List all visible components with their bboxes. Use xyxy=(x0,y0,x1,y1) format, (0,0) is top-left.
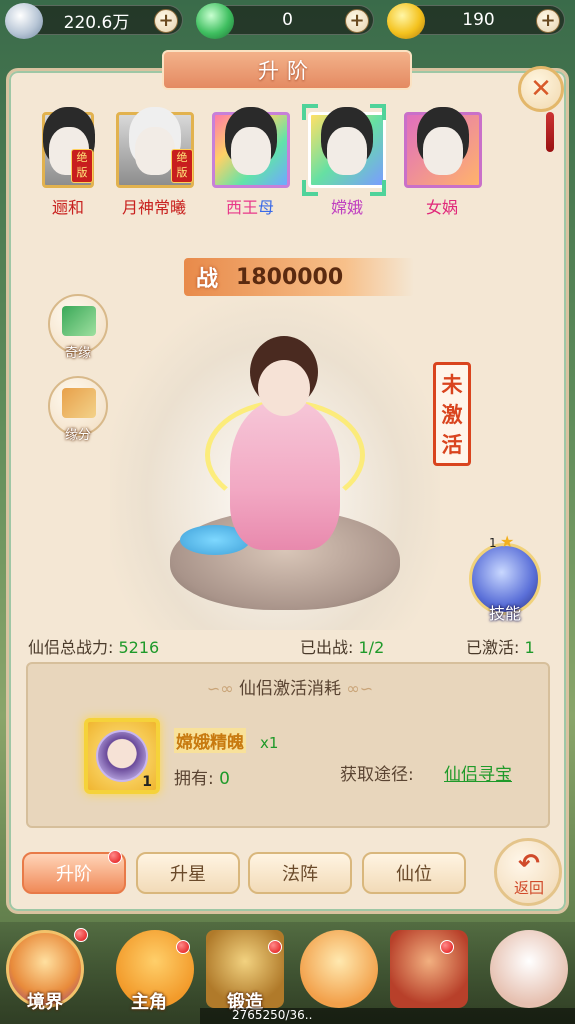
notification-dot xyxy=(176,940,190,954)
back-label: 返回 xyxy=(513,879,544,897)
partner-card[interactable] xyxy=(404,112,482,188)
selection-corner xyxy=(370,104,386,120)
currency-bar: 220.6万 + 0 + 190 + xyxy=(0,0,575,40)
partner-name: 嫦娥 xyxy=(330,198,363,217)
partner-name: 西王母 xyxy=(200,194,300,218)
character-head xyxy=(258,360,310,416)
power-label: 战 xyxy=(196,267,219,292)
close-icon: ✕ xyxy=(530,74,552,104)
partner-card[interactable] xyxy=(212,112,290,188)
partner-name-tail: 母 xyxy=(258,198,275,217)
source-label: 获取途径: xyxy=(340,765,414,785)
add-gold-button[interactable]: + xyxy=(536,9,560,33)
limited-badge: 绝版 xyxy=(71,149,93,183)
cost-title: ∽∞ 仙侣激活消耗 ∞∽ xyxy=(28,674,552,699)
essence-item-icon xyxy=(96,730,148,782)
source-link[interactable]: 仙侣寻宝 xyxy=(444,760,512,785)
stamp-char: 未 xyxy=(441,373,463,397)
item-slot[interactable]: 1 xyxy=(84,718,160,794)
owned-count: 拥有: 0 xyxy=(174,764,230,789)
limited-badge: 绝版 xyxy=(171,149,193,183)
panel-title: 升阶 xyxy=(162,50,412,90)
stat-label: 已出战: xyxy=(300,638,354,657)
power-value: 1800000 xyxy=(236,264,344,290)
combat-power: 战 1800000 xyxy=(184,258,414,296)
selection-corner xyxy=(302,104,318,120)
stamp-char: 激 xyxy=(441,403,463,427)
item-count: x1 xyxy=(260,734,279,752)
item-name: 嫦娥精魄 xyxy=(174,728,246,753)
partner-portrait xyxy=(135,127,175,175)
stat-label: 仙侣总战力: xyxy=(28,638,114,657)
partner-card[interactable]: 绝版 xyxy=(42,112,94,188)
tab-star-up[interactable]: 升星 xyxy=(136,852,240,894)
total-power-stat: 仙侣总战力: 5216 xyxy=(28,634,159,658)
stat-label: 已激活: xyxy=(466,638,520,657)
skill-level: 1 xyxy=(489,536,497,550)
add-silver-button[interactable]: + xyxy=(154,9,178,33)
silver-currency: 220.6万 + xyxy=(5,3,183,39)
character-body xyxy=(230,400,340,550)
partner-name: 逦和 xyxy=(51,198,84,217)
activation-cost-box: ∽∞ 仙侣激活消耗 ∞∽ 1 嫦娥精魄 x1 拥有: 0 获取途径: 仙侣寻宝 xyxy=(26,662,550,828)
partner-name-main: 西王 xyxy=(225,198,258,217)
partner-portrait xyxy=(231,127,271,175)
silver-ingot-icon xyxy=(5,3,43,39)
jade-amount: 0 xyxy=(282,10,293,30)
partner-card[interactable]: 绝版 xyxy=(116,112,194,188)
tab-formation[interactable]: 法阵 xyxy=(248,852,352,894)
nav-label: 境界 xyxy=(27,992,63,1013)
cloud-ornament-icon: ∞∽ xyxy=(346,679,374,698)
star-icon: ★ xyxy=(500,532,515,551)
cost-title-text: 仙侣激活消耗 xyxy=(239,679,341,699)
close-button[interactable]: ✕ xyxy=(518,66,564,112)
notification-dot xyxy=(440,940,454,954)
shop-button[interactable] xyxy=(390,930,468,1008)
qiyuan-label: 奇缘 xyxy=(64,346,91,361)
notification-dot xyxy=(108,850,122,864)
gold-ingot-icon xyxy=(387,3,425,39)
pet-button[interactable] xyxy=(300,930,378,1008)
nav-label: 主角 xyxy=(131,992,167,1013)
stamp-char: 活 xyxy=(441,433,463,457)
jade-currency: 0 + xyxy=(196,3,374,39)
stat-value: 5216 xyxy=(118,638,160,657)
fan-icon xyxy=(62,306,96,336)
deployed-stat: 已出战: 1/2 xyxy=(300,634,384,658)
jade-icon xyxy=(196,3,234,39)
gold-currency: 190 + xyxy=(387,3,565,39)
skill-label: 技能 xyxy=(488,604,521,623)
yuanfen-label: 缘分 xyxy=(64,428,91,443)
back-arrow-icon: ↶ xyxy=(518,849,540,879)
cloud-ornament-icon: ∽∞ xyxy=(206,679,234,698)
add-jade-button[interactable]: + xyxy=(345,9,369,33)
scroll-icon xyxy=(62,388,96,418)
character-scene xyxy=(110,300,440,630)
item-slot-qty: 1 xyxy=(142,774,152,790)
partner-list: 绝版 逦和 绝版 月神常曦 西王母 嫦娥 女娲 xyxy=(0,104,575,220)
fox-button[interactable] xyxy=(490,930,568,1008)
experience-text: 2765250/36.. xyxy=(232,1008,313,1022)
stat-value: 1 xyxy=(524,638,535,657)
notification-dot xyxy=(268,940,282,954)
owned-label: 拥有: xyxy=(174,769,214,789)
stat-value: 1/2 xyxy=(358,638,385,657)
partner-portrait xyxy=(327,127,367,175)
inactive-stamp: 未 激 活 xyxy=(433,362,471,466)
activated-stat: 已激活: 1 xyxy=(466,634,535,658)
gold-amount: 190 xyxy=(462,10,495,30)
partner-card-selected[interactable] xyxy=(308,112,386,188)
partner-name: 月神常曦 xyxy=(121,198,186,217)
notification-dot xyxy=(74,928,88,942)
partner-name: 女娲 xyxy=(425,198,458,217)
partner-portrait xyxy=(423,127,463,175)
owned-value: 0 xyxy=(219,769,230,789)
silver-amount: 220.6万 xyxy=(63,12,130,33)
tab-rank[interactable]: 仙位 xyxy=(362,852,466,894)
back-button[interactable]: ↶ 返回 xyxy=(494,838,562,906)
